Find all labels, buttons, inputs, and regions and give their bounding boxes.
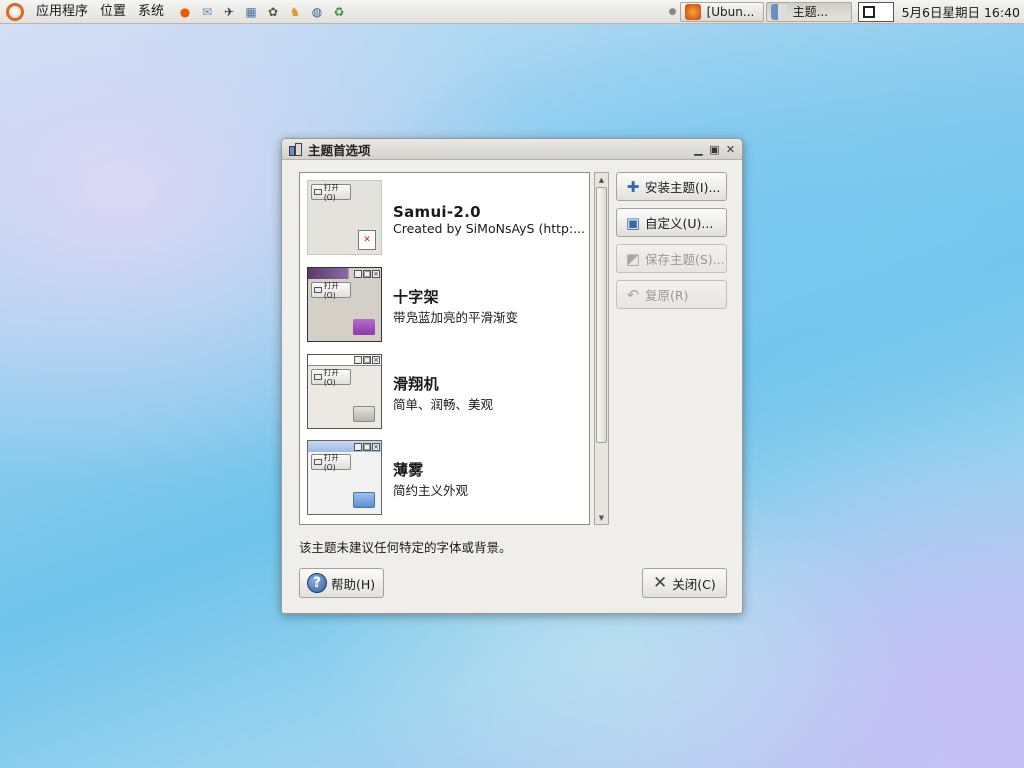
theme-thumbnail: 打开(O) ✕ [307, 180, 382, 255]
scrollbar-thumb[interactable] [596, 187, 607, 443]
notification-area-handle-icon[interactable]: ● [669, 0, 677, 24]
gimp-icon[interactable]: ✿ [263, 2, 283, 22]
side-button-label: 自定义(U)... [645, 216, 714, 231]
firefox-icon[interactable]: ● [175, 2, 195, 22]
theme-list[interactable]: 打开(O) ✕ Samui-2.0 Created by SiMoNsAyS (htt… [299, 172, 590, 525]
thumbnail-open-button: 打开(O) [311, 368, 351, 387]
revert-button[interactable]: ↶ 复原(R) [616, 280, 727, 309]
maximize-icon[interactable]: ▣ [707, 142, 722, 157]
folder-icon [353, 492, 375, 508]
thumbnail-titlebar: _ □ × [308, 441, 381, 452]
broken-image-icon: ✕ [358, 230, 376, 250]
thumbnail-open-button: 打开(O) [311, 183, 351, 202]
theme-name: 十字架 [393, 288, 439, 306]
side-button-label: 复原(R) [645, 288, 689, 303]
theme-list-item[interactable]: _ □ × 打开(O) 十字架带凫蓝加亮的平滑渐变 [307, 267, 587, 345]
taskbar-button-theme[interactable]: 主题... [765, 1, 852, 22]
save-icon: ◩ [625, 249, 641, 268]
taskbar-button-firefox[interactable]: [Ubun... [679, 1, 764, 22]
mail-icon[interactable]: ✉ [197, 2, 217, 22]
theme-list-item[interactable]: _ □ × 打开(O) 薄雾简约主义外观 [307, 440, 587, 518]
help-icon: ? [307, 573, 327, 593]
top-panel: 应用程序 位置 系统 ● ✉ ✈ ▦ ✿ ♞ ◍ ♻ ● [Ubun... 主题... 5月6… [0, 0, 1024, 24]
menu-system[interactable]: 系统 [132, 0, 170, 24]
scroll-up-arrow-icon[interactable]: ▲ [595, 173, 608, 186]
customize-button[interactable]: ▣ 自定义(U)... [616, 208, 727, 237]
title-bar[interactable]: 主题首选项 ▁ ▣ ✕ [282, 139, 742, 160]
save-theme-button[interactable]: ◩ 保存主题(S)... [616, 244, 727, 273]
dialog-title: 主题首选项 [308, 142, 371, 158]
taskbar-label: [Ubun... [706, 4, 755, 19]
menu-places[interactable]: 位置 [94, 0, 132, 24]
theme-description: Created by SiMoNsAyS (http:... [393, 220, 586, 236]
workspace-window-icon [862, 5, 875, 18]
install-theme-button[interactable]: ✚ 安装主题(I)... [616, 172, 727, 201]
network-icon[interactable]: ▦ [241, 2, 261, 22]
plus-icon: ✚ [626, 177, 640, 196]
theme-thumbnail: _ □ × 打开(O) [307, 267, 382, 342]
close-icon: ✕ [653, 573, 668, 593]
thumbnail-titlebar: _ □ × [308, 268, 381, 279]
theme-description: 带凫蓝加亮的平滑渐变 [393, 310, 519, 325]
theme-icon [288, 141, 304, 157]
help-button[interactable]: ? 帮助(H) [299, 568, 384, 598]
bird-icon[interactable]: ✈ [219, 2, 239, 22]
folder-icon [353, 319, 375, 335]
theme-list-scrollbar[interactable]: ▲ ▼ [594, 172, 609, 525]
thumbnail-open-button: 打开(O) [311, 281, 351, 300]
thumbnail-titlebar: _ □ × [308, 355, 381, 366]
figure-icon[interactable]: ♞ [285, 2, 305, 22]
firefox-icon [684, 3, 701, 20]
theme-thumbnail: _ □ × 打开(O) [307, 354, 382, 429]
minimize-icon[interactable]: ▁ [691, 142, 706, 157]
customize-icon: ▣ [625, 213, 641, 232]
close-button-label: 关闭(C) [672, 576, 716, 592]
theme-name: 滑翔机 [393, 375, 439, 393]
thumbnail-open-button: 打开(O) [311, 453, 351, 472]
workspace-switcher[interactable] [857, 1, 894, 22]
theme-name: 薄雾 [393, 461, 424, 479]
launcher-bar: ● ✉ ✈ ▦ ✿ ♞ ◍ ♻ [174, 2, 350, 22]
recycle-icon[interactable]: ♻ [329, 2, 349, 22]
menu-applications[interactable]: 应用程序 [30, 0, 94, 24]
folder-icon [353, 406, 375, 422]
side-button-label: 保存主题(S)... [645, 252, 725, 267]
theme-list-item[interactable]: _ □ × 打开(O) 滑翔机简单、润畅、美观 [307, 354, 587, 432]
theme-description: 简约主义外观 [393, 483, 469, 498]
side-button-label: 安装主题(I)... [645, 180, 721, 195]
revert-icon: ↶ [626, 285, 640, 304]
taskbar-label: 主题... [792, 5, 829, 19]
theme-preferences-dialog: 主题首选项 ▁ ▣ ✕ 打开(O) ✕ Samui-2.0 Created by Si… [281, 138, 743, 614]
theme-list-item[interactable]: 打开(O) ✕ Samui-2.0 Created by SiMoNsAyS (htt… [307, 180, 587, 258]
theme-icon [770, 3, 787, 20]
scroll-down-arrow-icon[interactable]: ▼ [595, 511, 608, 524]
ubuntu-logo-icon[interactable] [6, 2, 24, 21]
clock[interactable]: 5月6日星期日 16:40 [902, 2, 1024, 21]
help-button-label: 帮助(H) [331, 576, 376, 592]
theme-name: Samui-2.0 [393, 202, 481, 221]
status-text: 该主题未建议任何特定的字体或背景。 [299, 540, 512, 555]
close-window-icon[interactable]: ✕ [723, 142, 738, 157]
theme-description: 简单、润畅、美观 [393, 397, 494, 412]
theme-thumbnail: _ □ × 打开(O) [307, 440, 382, 515]
close-button[interactable]: ✕ 关闭(C) [642, 568, 727, 598]
globe-icon[interactable]: ◍ [307, 2, 327, 22]
